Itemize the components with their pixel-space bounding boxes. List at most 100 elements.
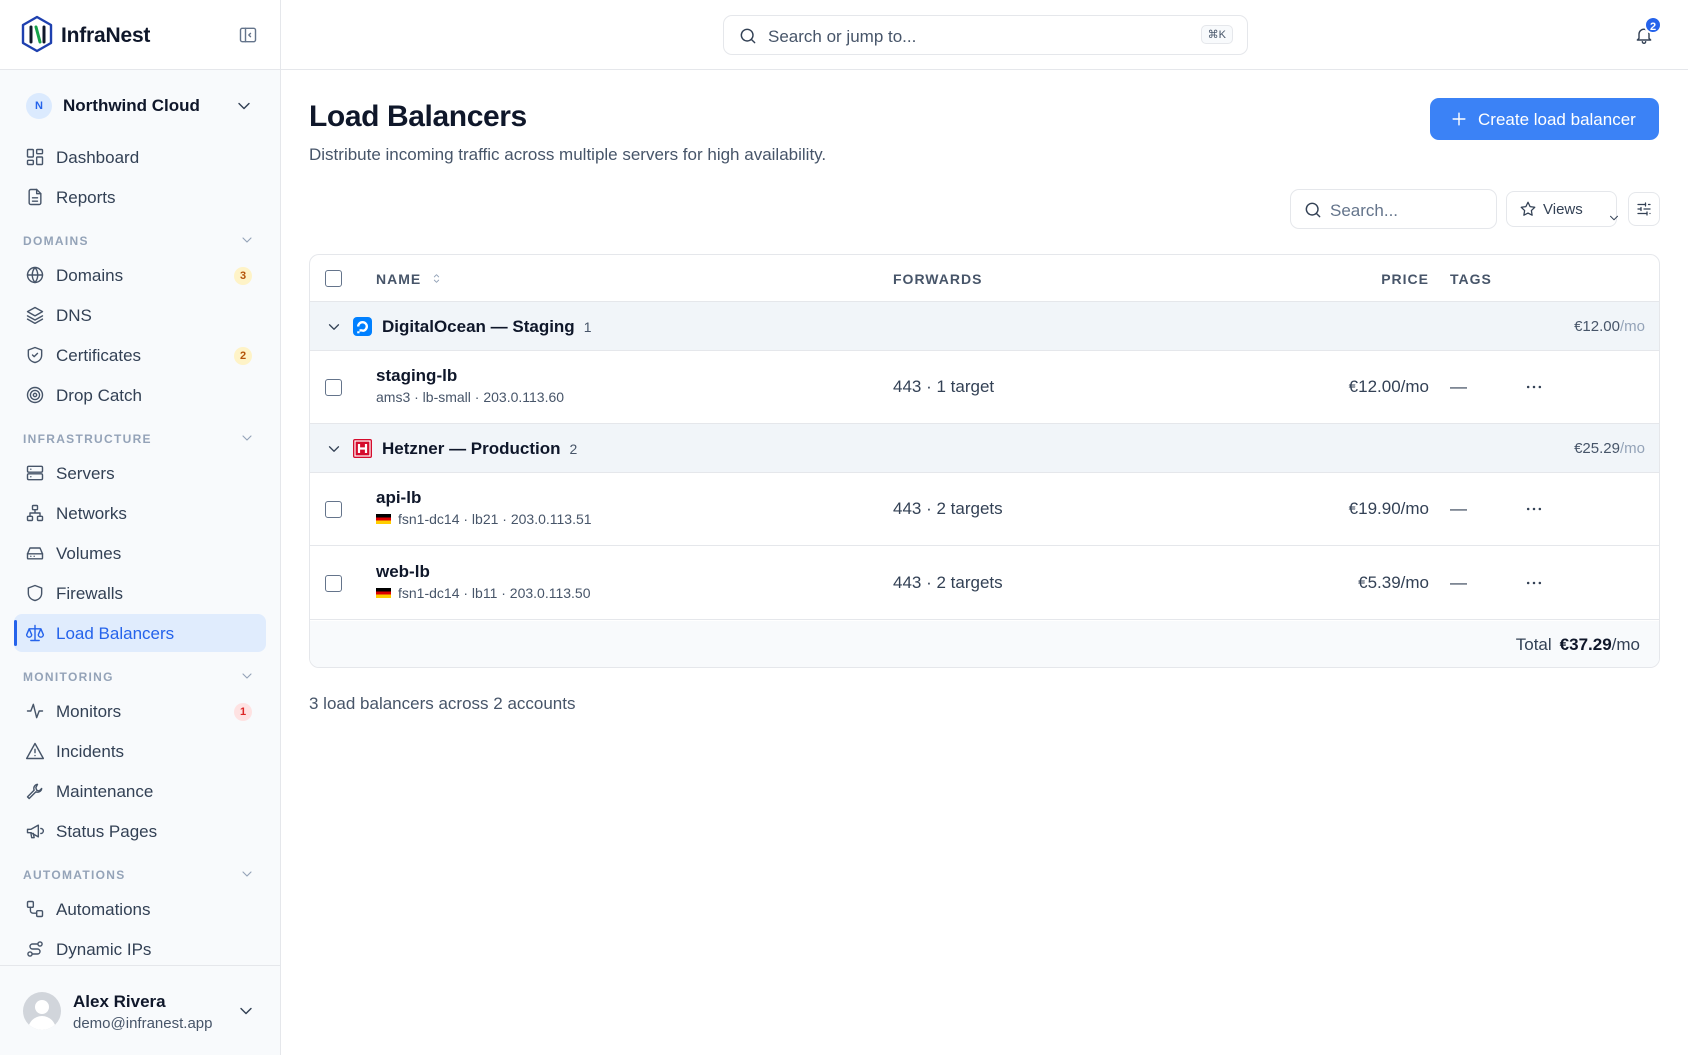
sidebar-item-label: Reports — [56, 188, 116, 207]
sidebar-item-drop-catch[interactable]: Drop Catch — [14, 376, 266, 414]
sidebar-item-dynamic-ips[interactable]: Dynamic IPs — [14, 930, 266, 968]
sidebar-item-reports[interactable]: Reports — [14, 178, 266, 216]
network-icon — [26, 504, 44, 522]
row-checkbox[interactable] — [325, 379, 342, 396]
section-title: MONITORING — [23, 670, 114, 684]
views-dropdown[interactable]: Views — [1506, 191, 1618, 227]
select-all-checkbox[interactable] — [325, 270, 342, 287]
section-header-automations[interactable]: AUTOMATIONS — [23, 868, 255, 882]
user-name: Alex Rivera — [73, 992, 166, 1011]
search-placeholder: Search... — [1330, 201, 1399, 220]
sidebar-item-domains[interactable]: Domains 3 — [14, 256, 266, 294]
row-checkbox[interactable] — [325, 575, 342, 592]
sidebar-item-volumes[interactable]: Volumes — [14, 534, 266, 572]
group-name: DigitalOcean — Staging 1 — [382, 317, 592, 336]
lb-forwards: 443 · 2 targets — [893, 499, 1003, 518]
sidebar-item-automations[interactable]: Automations — [14, 890, 266, 928]
lb-name[interactable]: api-lb — [376, 488, 421, 508]
sidebar-item-status-pages[interactable]: Status Pages — [14, 812, 266, 850]
table-summary: 3 load balancers across 2 accounts — [309, 694, 576, 713]
group-name: Hetzner — Production 2 — [382, 439, 578, 458]
plus-icon — [1452, 112, 1466, 126]
sidebar-item-label: Networks — [56, 504, 127, 523]
group-total: €12.00/mo — [1574, 318, 1645, 335]
column-header-name[interactable]: NAME — [376, 271, 443, 287]
lb-price: €12.00/mo — [1348, 377, 1429, 396]
shortcut-hint: ⌘K — [1200, 25, 1233, 44]
chevron-down-icon — [236, 1001, 256, 1021]
brand-bar: InfraNest — [0, 0, 280, 70]
sidebar-collapse-icon[interactable] — [238, 25, 258, 45]
chevron-down-icon[interactable] — [325, 318, 343, 336]
user-menu[interactable]: Alex Rivera demo@infranest.app — [0, 965, 280, 1055]
germany-flag-icon — [376, 514, 391, 524]
sidebar-item-monitors[interactable]: Monitors 1 — [14, 692, 266, 730]
group-row-hetzner-production[interactable]: Hetzner — Production 2 €25.29/mo — [310, 424, 1659, 473]
table-header-row: NAME FORWARDS PRICE TAGS — [310, 255, 1659, 302]
button-label: Create load balancer — [1478, 110, 1636, 129]
org-switcher[interactable]: N Northwind Cloud — [16, 88, 262, 124]
chevron-down-icon — [239, 430, 255, 446]
group-total: €25.29/mo — [1574, 440, 1645, 457]
app-name: InfraNest — [61, 24, 151, 47]
sidebar-item-servers[interactable]: Servers — [14, 454, 266, 492]
sidebar-item-networks[interactable]: Networks — [14, 494, 266, 532]
table-row[interactable]: staging-lb ams3 · lb-small · 203.0.113.6… — [310, 351, 1659, 424]
table-total-row: Total €37.29/mo — [310, 621, 1659, 667]
section-header-domains[interactable]: DOMAINS — [23, 234, 255, 248]
sidebar-item-incidents[interactable]: Incidents — [14, 732, 266, 770]
sidebar-item-maintenance[interactable]: Maintenance — [14, 772, 266, 810]
section-header-infrastructure[interactable]: INFRASTRUCTURE — [23, 432, 255, 446]
chevron-down-icon[interactable] — [325, 440, 343, 458]
table-row[interactable]: web-lb fsn1-dc14 · lb11 · 203.0.113.50 4… — [310, 547, 1659, 620]
server-icon — [26, 465, 44, 481]
lb-forwards: 443 · 2 targets — [893, 573, 1003, 592]
hetzner-logo-icon — [353, 439, 372, 458]
sidebar-item-label: Drop Catch — [56, 386, 142, 405]
route-icon — [27, 941, 43, 957]
sidebar-item-load-balancers[interactable]: Load Balancers — [14, 614, 266, 652]
sidebar-item-firewalls[interactable]: Firewalls — [14, 574, 266, 612]
lb-forwards: 443 · 1 target — [893, 377, 995, 396]
group-row-digitalocean-staging[interactable]: DigitalOcean — Staging 1 €12.00/mo — [310, 302, 1659, 351]
lb-tags: — — [1450, 377, 1467, 396]
infranest-logo-icon[interactable] — [20, 15, 54, 53]
org-avatar: N — [26, 93, 52, 119]
lb-name[interactable]: web-lb — [376, 562, 430, 582]
layers-icon — [26, 306, 44, 325]
lb-price: €19.90/mo — [1348, 499, 1429, 518]
activity-icon — [26, 703, 44, 719]
search-icon — [1305, 202, 1321, 218]
sidebar-item-label: Incidents — [56, 742, 125, 761]
table-search-input[interactable]: Search... — [1290, 189, 1497, 229]
chevron-down-icon — [239, 232, 255, 248]
count-badge: 3 — [234, 267, 252, 285]
section-title: INFRASTRUCTURE — [23, 432, 152, 446]
sidebar-item-label: Servers — [56, 464, 115, 483]
global-search-input[interactable]: Search or jump to... ⌘K — [723, 15, 1248, 55]
more-actions-icon[interactable] — [1524, 377, 1544, 397]
dashboard-icon — [26, 148, 44, 166]
section-header-monitoring[interactable]: MONITORING — [23, 670, 255, 684]
column-settings-button[interactable] — [1628, 192, 1660, 226]
lb-price: €5.39/mo — [1358, 573, 1429, 592]
views-label: Views — [1543, 201, 1583, 218]
sidebar-item-certificates[interactable]: Certificates 2 — [14, 336, 266, 374]
notifications-button[interactable]: 2 — [1634, 16, 1662, 45]
digitalocean-logo-icon — [353, 317, 372, 336]
lb-meta: fsn1-dc14 · lb11 · 203.0.113.50 — [376, 585, 591, 601]
more-actions-icon[interactable] — [1524, 573, 1544, 593]
row-checkbox[interactable] — [325, 501, 342, 518]
total-amount: Total €37.29/mo — [1515, 635, 1640, 654]
more-actions-icon[interactable] — [1524, 499, 1544, 519]
germany-flag-icon — [376, 588, 391, 598]
sidebar-item-dns[interactable]: DNS — [14, 296, 266, 334]
sidebar-item-label: Status Pages — [56, 822, 158, 841]
sidebar-item-label: Monitors — [56, 702, 122, 721]
table-row[interactable]: api-lb fsn1-dc14 · lb21 · 203.0.113.51 4… — [310, 473, 1659, 546]
lb-name[interactable]: staging-lb — [376, 366, 457, 386]
create-load-balancer-button[interactable]: Create load balancer — [1430, 98, 1659, 140]
scale-icon — [25, 624, 45, 642]
sidebar-item-dashboard[interactable]: Dashboard — [14, 138, 266, 176]
globe-icon — [26, 266, 44, 284]
